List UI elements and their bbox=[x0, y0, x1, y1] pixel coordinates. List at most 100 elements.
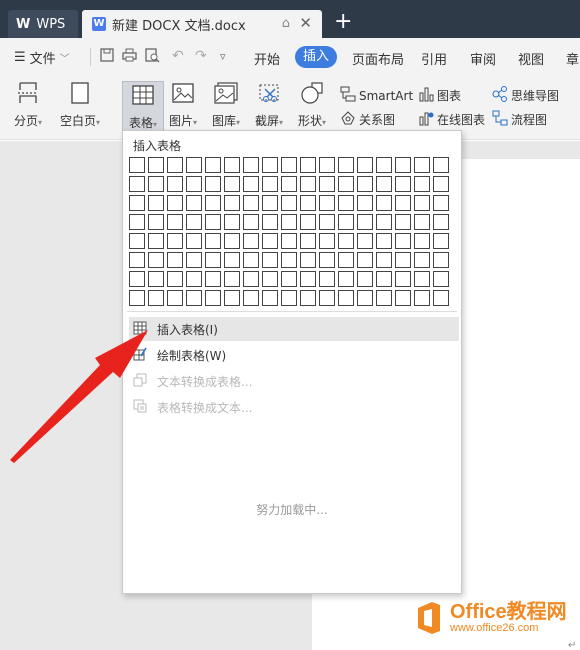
chart-button[interactable]: 图表 bbox=[418, 86, 461, 105]
table-grid-cell[interactable] bbox=[338, 271, 354, 287]
table-grid-cell[interactable] bbox=[281, 214, 297, 230]
table-grid-cell[interactable] bbox=[395, 176, 411, 192]
table-grid-cell[interactable] bbox=[376, 290, 392, 306]
table-grid-cell[interactable] bbox=[338, 176, 354, 192]
table-grid-cell[interactable] bbox=[414, 157, 430, 173]
table-grid-cell[interactable] bbox=[243, 252, 259, 268]
table-grid-cell[interactable] bbox=[357, 271, 373, 287]
table-grid-cell[interactable] bbox=[281, 233, 297, 249]
table-grid-cell[interactable] bbox=[376, 176, 392, 192]
table-grid-cell[interactable] bbox=[262, 195, 278, 211]
table-grid-cell[interactable] bbox=[281, 252, 297, 268]
table-grid-cell[interactable] bbox=[300, 252, 316, 268]
table-grid-cell[interactable] bbox=[433, 176, 449, 192]
table-grid-cell[interactable] bbox=[357, 252, 373, 268]
table-grid-cell[interactable] bbox=[243, 176, 259, 192]
table-grid-cell[interactable] bbox=[433, 271, 449, 287]
table-grid-cell[interactable] bbox=[129, 214, 145, 230]
table-grid-cell[interactable] bbox=[186, 195, 202, 211]
table-grid-cell[interactable] bbox=[224, 233, 240, 249]
table-grid-cell[interactable] bbox=[186, 290, 202, 306]
table-grid-cell[interactable] bbox=[357, 214, 373, 230]
table-grid-cell[interactable] bbox=[224, 290, 240, 306]
table-grid-cell[interactable] bbox=[319, 214, 335, 230]
table-grid-cell[interactable] bbox=[300, 176, 316, 192]
save-icon[interactable] bbox=[100, 48, 114, 66]
table-grid-cell[interactable] bbox=[357, 195, 373, 211]
table-grid-cell[interactable] bbox=[433, 157, 449, 173]
table-grid-cell[interactable] bbox=[262, 176, 278, 192]
online-chart-button[interactable]: 在线图表 bbox=[418, 110, 485, 129]
table-grid-cell[interactable] bbox=[129, 176, 145, 192]
table-grid-cell[interactable] bbox=[224, 252, 240, 268]
table-grid-cell[interactable] bbox=[205, 271, 221, 287]
table-grid-cell[interactable] bbox=[148, 290, 164, 306]
table-button[interactable]: 表格▾ bbox=[122, 81, 164, 137]
table-grid-cell[interactable] bbox=[433, 214, 449, 230]
shape-button[interactable]: 形状▾ bbox=[298, 80, 326, 129]
table-grid-cell[interactable] bbox=[414, 176, 430, 192]
menu-tab-page-layout[interactable]: 页面布局 bbox=[352, 49, 404, 68]
table-grid-cell[interactable] bbox=[129, 290, 145, 306]
table-grid-cell[interactable] bbox=[148, 233, 164, 249]
table-to-text-menu-item[interactable]: 表格转换成文本... bbox=[129, 395, 459, 419]
insert-table-menu-item[interactable]: 插入表格(I) bbox=[129, 317, 459, 341]
undo-icon[interactable]: ↶ bbox=[172, 48, 184, 64]
flowchart-button[interactable]: 流程图 bbox=[492, 110, 547, 129]
table-grid-cell[interactable] bbox=[338, 233, 354, 249]
smartart-button[interactable]: SmartArt bbox=[340, 86, 413, 105]
table-grid-cell[interactable] bbox=[186, 271, 202, 287]
table-grid-cell[interactable] bbox=[414, 195, 430, 211]
draw-table-menu-item[interactable]: 绘制表格(W) bbox=[129, 343, 459, 367]
table-grid-cell[interactable] bbox=[433, 252, 449, 268]
table-grid-cell[interactable] bbox=[376, 157, 392, 173]
table-grid-cell[interactable] bbox=[300, 214, 316, 230]
relation-chart-button[interactable]: 关系图 bbox=[340, 110, 395, 129]
table-grid-cell[interactable] bbox=[395, 157, 411, 173]
table-grid-cell[interactable] bbox=[376, 195, 392, 211]
table-grid-cell[interactable] bbox=[357, 176, 373, 192]
table-grid-cell[interactable] bbox=[433, 195, 449, 211]
table-grid-cell[interactable] bbox=[167, 271, 183, 287]
table-grid-cell[interactable] bbox=[167, 176, 183, 192]
table-grid-cell[interactable] bbox=[300, 271, 316, 287]
blank-page-button[interactable]: 空白页▾ bbox=[60, 80, 100, 129]
table-grid-cell[interactable] bbox=[224, 157, 240, 173]
table-grid-cell[interactable] bbox=[281, 290, 297, 306]
table-grid-cell[interactable] bbox=[357, 157, 373, 173]
pin-icon[interactable]: ⌂ bbox=[282, 16, 290, 31]
table-grid-cell[interactable] bbox=[205, 233, 221, 249]
table-grid-cell[interactable] bbox=[262, 252, 278, 268]
table-grid-cell[interactable] bbox=[186, 176, 202, 192]
table-grid-cell[interactable] bbox=[148, 176, 164, 192]
table-grid-cell[interactable] bbox=[319, 271, 335, 287]
table-grid-cell[interactable] bbox=[262, 233, 278, 249]
table-grid-cell[interactable] bbox=[205, 176, 221, 192]
table-grid-cell[interactable] bbox=[243, 214, 259, 230]
table-grid-cell[interactable] bbox=[224, 176, 240, 192]
table-grid-cell[interactable] bbox=[167, 233, 183, 249]
close-tab-icon[interactable]: ✕ bbox=[299, 14, 312, 32]
table-grid-cell[interactable] bbox=[224, 271, 240, 287]
table-grid-cell[interactable] bbox=[338, 252, 354, 268]
text-to-table-menu-item[interactable]: 文本转换成表格... bbox=[129, 369, 459, 393]
table-grid-cell[interactable] bbox=[338, 214, 354, 230]
menu-tab-home[interactable]: 开始 bbox=[254, 49, 280, 68]
table-grid-cell[interactable] bbox=[186, 157, 202, 173]
redo-icon[interactable]: ↷ bbox=[195, 48, 207, 64]
table-grid-cell[interactable] bbox=[395, 271, 411, 287]
table-grid-cell[interactable] bbox=[205, 157, 221, 173]
table-grid-cell[interactable] bbox=[129, 271, 145, 287]
table-grid-cell[interactable] bbox=[129, 195, 145, 211]
menu-tab-insert[interactable]: 插入 bbox=[295, 46, 337, 68]
table-grid-cell[interactable] bbox=[224, 214, 240, 230]
table-grid-cell[interactable] bbox=[395, 195, 411, 211]
table-grid-cell[interactable] bbox=[281, 271, 297, 287]
file-menu[interactable]: ☰ 文件 ﹀ bbox=[14, 48, 70, 67]
table-grid-cell[interactable] bbox=[243, 290, 259, 306]
table-grid-cell[interactable] bbox=[414, 271, 430, 287]
print-preview-icon[interactable] bbox=[145, 48, 160, 67]
table-grid-cell[interactable] bbox=[186, 214, 202, 230]
table-grid-cell[interactable] bbox=[414, 252, 430, 268]
table-grid-cell[interactable] bbox=[129, 233, 145, 249]
